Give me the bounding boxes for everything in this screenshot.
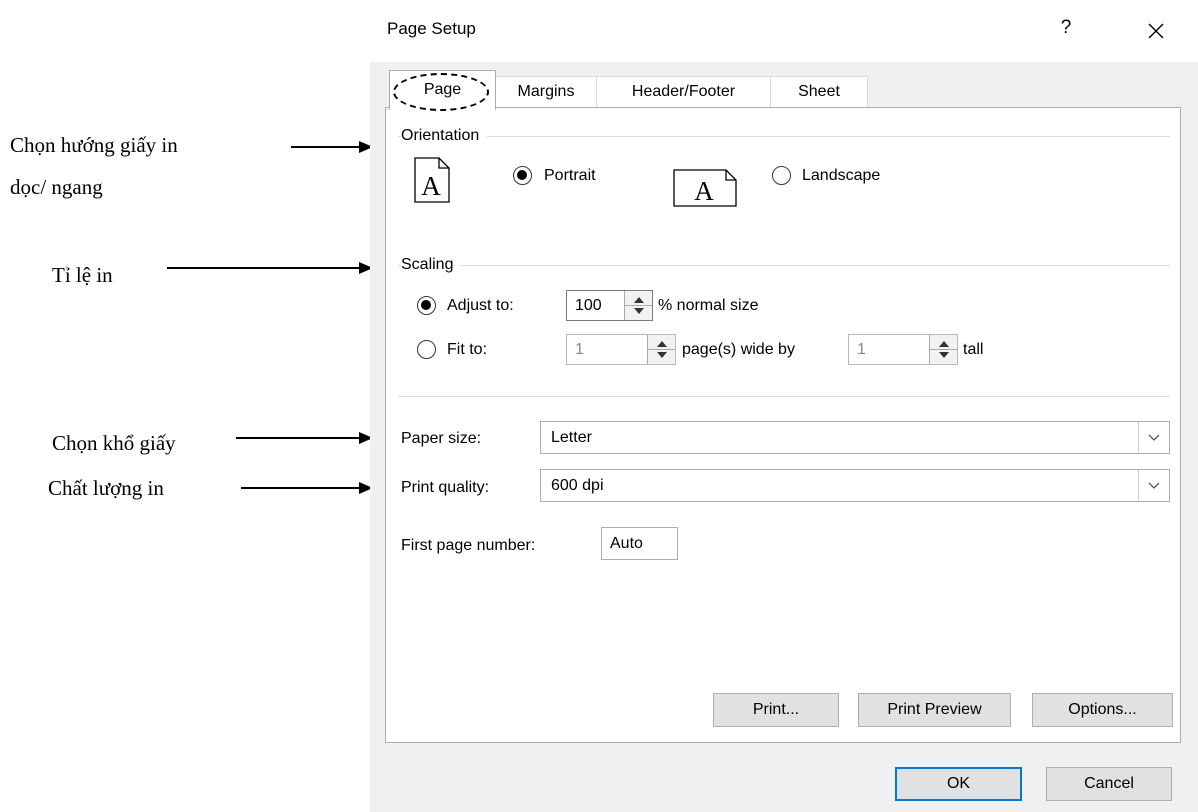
fit-tall-suffix: tall xyxy=(963,341,984,358)
close-button[interactable] xyxy=(1140,17,1172,45)
fit-tall-spinner[interactable]: 1 xyxy=(848,334,958,365)
tab-margins[interactable]: Margins xyxy=(495,76,597,108)
scaling-group-label: Scaling xyxy=(401,256,462,274)
fit-wide-spinner[interactable]: 1 xyxy=(566,334,676,365)
options-button[interactable]: Options... xyxy=(1032,693,1173,727)
fit-wide-suffix: page(s) wide by xyxy=(682,341,795,358)
adjust-to-radio[interactable] xyxy=(417,296,436,315)
help-button[interactable]: ? xyxy=(1053,17,1079,45)
annotation-arrow-orientation xyxy=(291,140,373,154)
adjust-to-spin-arrows[interactable] xyxy=(624,291,652,320)
fit-wide-spin-arrows[interactable] xyxy=(647,335,675,364)
fit-tall-value: 1 xyxy=(857,341,866,358)
annotation-arrow-print-quality xyxy=(241,481,373,495)
fit-tall-spin-arrows[interactable] xyxy=(929,335,957,364)
svg-text:A: A xyxy=(421,171,441,201)
tab-header-footer[interactable]: Header/Footer xyxy=(596,76,771,108)
paper-size-select[interactable]: Letter xyxy=(540,421,1170,454)
annotation-arrow-scaling xyxy=(167,261,373,275)
cancel-button[interactable]: Cancel xyxy=(1046,767,1172,801)
adjust-to-suffix: % normal size xyxy=(658,297,759,314)
scaling-divider xyxy=(398,265,1170,266)
paper-size-dropdown-button[interactable] xyxy=(1138,422,1169,453)
svg-text:A: A xyxy=(694,176,714,206)
paper-size-label: Paper size: xyxy=(401,430,482,447)
fit-wide-value: 1 xyxy=(575,341,584,358)
landscape-page-icon: A xyxy=(673,169,737,207)
annotation-orientation-line1: Chọn hướng giấy in xyxy=(10,133,178,157)
orientation-divider xyxy=(398,136,1170,137)
chevron-down-icon xyxy=(1148,434,1160,441)
annotation-orientation-line2: dọc/ ngang xyxy=(10,175,103,199)
annotation-arrow-paper-size xyxy=(236,431,373,445)
landscape-radio[interactable] xyxy=(772,166,791,185)
ok-button[interactable]: OK xyxy=(895,767,1022,801)
orientation-group-label: Orientation xyxy=(401,127,488,145)
portrait-label: Portrait xyxy=(544,167,596,184)
close-icon xyxy=(1148,23,1164,39)
annotation-print-quality: Chất lượng in xyxy=(48,476,164,500)
annotation-scaling: Tỉ lệ in xyxy=(52,263,113,287)
first-page-number-label: First page number: xyxy=(401,537,536,554)
fit-to-radio[interactable] xyxy=(417,340,436,359)
adjust-to-label: Adjust to: xyxy=(447,297,514,314)
print-button[interactable]: Print... xyxy=(713,693,839,727)
portrait-page-icon: A xyxy=(414,157,450,203)
print-quality-value: 600 dpi xyxy=(551,477,604,494)
page-setup-dialog: Page Setup ? Page Margins Header/Footer … xyxy=(370,0,1198,812)
print-preview-button[interactable]: Print Preview xyxy=(858,693,1011,727)
title-bar: Page Setup ? xyxy=(370,0,1198,62)
landscape-label: Landscape xyxy=(802,167,881,184)
adjust-to-value: 100 xyxy=(575,297,602,314)
tab-page[interactable]: Page xyxy=(389,70,496,111)
first-page-number-input[interactable]: Auto xyxy=(601,527,678,560)
print-quality-select[interactable]: 600 dpi xyxy=(540,469,1170,502)
print-quality-label: Print quality: xyxy=(401,479,490,496)
tab-sheet[interactable]: Sheet xyxy=(770,76,868,108)
scaling-bottom-divider xyxy=(398,396,1170,397)
page-tab-panel: Orientation A Portrait A Landscape Scali… xyxy=(385,107,1181,743)
first-page-number-value: Auto xyxy=(610,535,643,552)
fit-to-label: Fit to: xyxy=(447,341,488,358)
adjust-to-spinner[interactable]: 100 xyxy=(566,290,653,321)
highlight-ellipse xyxy=(393,73,489,111)
dialog-title: Page Setup xyxy=(387,19,476,38)
print-quality-dropdown-button[interactable] xyxy=(1138,470,1169,501)
portrait-radio[interactable] xyxy=(513,166,532,185)
annotation-paper-size: Chọn khổ giấy xyxy=(52,431,176,455)
chevron-down-icon xyxy=(1148,482,1160,489)
paper-size-value: Letter xyxy=(551,429,592,446)
